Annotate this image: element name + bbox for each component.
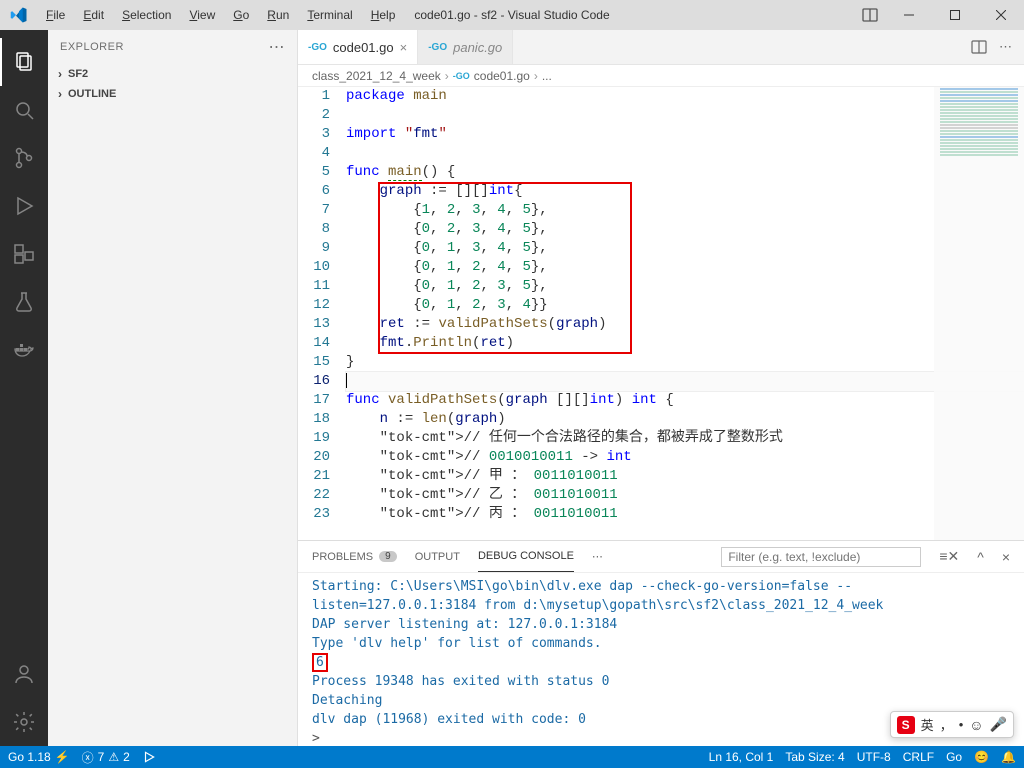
tab-panic[interactable]: -GO panic.go	[418, 30, 513, 64]
status-language[interactable]: Go	[946, 750, 962, 764]
docker-icon[interactable]	[0, 326, 48, 374]
panel-more-icon[interactable]: ⋯	[592, 550, 603, 563]
activity-bar	[0, 30, 48, 746]
accounts-icon[interactable]	[0, 650, 48, 698]
panel-tab-debug-console[interactable]: DEBUG CONSOLE	[478, 541, 574, 572]
status-bar: Go 1.18⚡ ⓧ7 ⚠2 Ln 16, Col 1 Tab Size: 4 …	[0, 746, 1024, 768]
ime-indicator[interactable]: S 英 ， • ☺ 🎤	[890, 711, 1014, 738]
go-file-icon: -GO	[308, 42, 327, 53]
menu-terminal[interactable]: Terminal	[299, 4, 360, 26]
vscode-icon	[10, 6, 28, 24]
menu-go[interactable]: Go	[225, 4, 257, 26]
split-editor-icon[interactable]	[971, 39, 987, 55]
extensions-icon[interactable]	[0, 230, 48, 278]
window-controls	[854, 0, 1024, 30]
editor-area: -GO code01.go × -GO panic.go ⋯ class_202…	[298, 30, 1024, 746]
chevron-right-icon: ›	[52, 67, 68, 81]
status-encoding[interactable]: UTF-8	[857, 750, 891, 764]
status-feedback-icon[interactable]: 😊	[974, 750, 989, 764]
ime-emoji-icon: ☺	[969, 717, 983, 733]
explorer-title: EXPLORER	[60, 41, 124, 53]
sogou-icon: S	[897, 716, 915, 734]
chevron-right-icon: ›	[52, 87, 68, 101]
search-icon[interactable]	[0, 86, 48, 134]
highlighted-output: 6	[312, 653, 328, 672]
menu-file[interactable]: FFileile	[38, 4, 73, 26]
explorer-icon[interactable]	[0, 38, 48, 86]
clear-console-icon[interactable]: ≡✕	[939, 548, 959, 565]
problems-count-badge: 9	[379, 551, 397, 562]
panel-close-icon[interactable]: ×	[1002, 549, 1010, 565]
explorer-sidebar: EXPLORER ⋯ › SF2 › OUTLINE	[48, 30, 298, 746]
panel-tab-problems[interactable]: PROBLEMS 9	[312, 551, 397, 563]
run-debug-icon[interactable]	[0, 182, 48, 230]
status-eol[interactable]: CRLF	[903, 750, 934, 764]
go-file-icon: -GO	[428, 42, 447, 53]
maximize-button[interactable]	[932, 0, 978, 30]
minimize-button[interactable]	[886, 0, 932, 30]
go-file-icon: -GO	[453, 71, 470, 81]
settings-gear-icon[interactable]	[0, 698, 48, 746]
status-go-version[interactable]: Go 1.18⚡	[8, 750, 70, 764]
layout-icon[interactable]	[854, 7, 886, 23]
minimap[interactable]	[934, 87, 1024, 540]
status-ln-col[interactable]: Ln 16, Col 1	[709, 750, 774, 764]
window-title: code01.go - sf2 - Visual Studio Code	[414, 8, 609, 22]
status-tab-size[interactable]: Tab Size: 4	[785, 750, 844, 764]
status-debug-icon[interactable]	[142, 750, 156, 764]
sidebar-section-sf2[interactable]: › SF2	[48, 64, 297, 84]
panel-tab-output[interactable]: OUTPUT	[415, 551, 460, 563]
code-editor[interactable]: 1234567891011121314151617181920212223 pa…	[298, 87, 1024, 540]
editor-tabs: -GO code01.go × -GO panic.go ⋯	[298, 30, 1024, 65]
explorer-more-icon[interactable]: ⋯	[269, 37, 286, 57]
menu-bar: FFileile Edit Selection View Go Run Term…	[0, 4, 403, 26]
ime-mic-icon: 🎤	[990, 716, 1007, 733]
panel-chevron-up-icon[interactable]: ^	[977, 549, 984, 565]
tab-code01[interactable]: -GO code01.go ×	[298, 30, 418, 64]
status-problems[interactable]: ⓧ7 ⚠2	[82, 749, 130, 766]
debug-filter-input[interactable]	[721, 547, 921, 567]
testing-icon[interactable]	[0, 278, 48, 326]
menu-run[interactable]: Run	[259, 4, 297, 26]
menu-edit[interactable]: Edit	[75, 4, 112, 26]
menu-view[interactable]: View	[181, 4, 223, 26]
menu-selection[interactable]: Selection	[114, 4, 179, 26]
close-tab-icon[interactable]: ×	[400, 40, 408, 55]
status-bell-icon[interactable]: 🔔	[1001, 750, 1016, 764]
source-control-icon[interactable]	[0, 134, 48, 182]
menu-help[interactable]: Help	[363, 4, 404, 26]
breadcrumb[interactable]: class_2021_12_4_week › -GO code01.go › .…	[298, 65, 1024, 87]
sidebar-section-outline[interactable]: › OUTLINE	[48, 84, 297, 104]
more-actions-icon[interactable]: ⋯	[999, 39, 1012, 55]
title-bar: FFileile Edit Selection View Go Run Term…	[0, 0, 1024, 30]
close-button[interactable]	[978, 0, 1024, 30]
